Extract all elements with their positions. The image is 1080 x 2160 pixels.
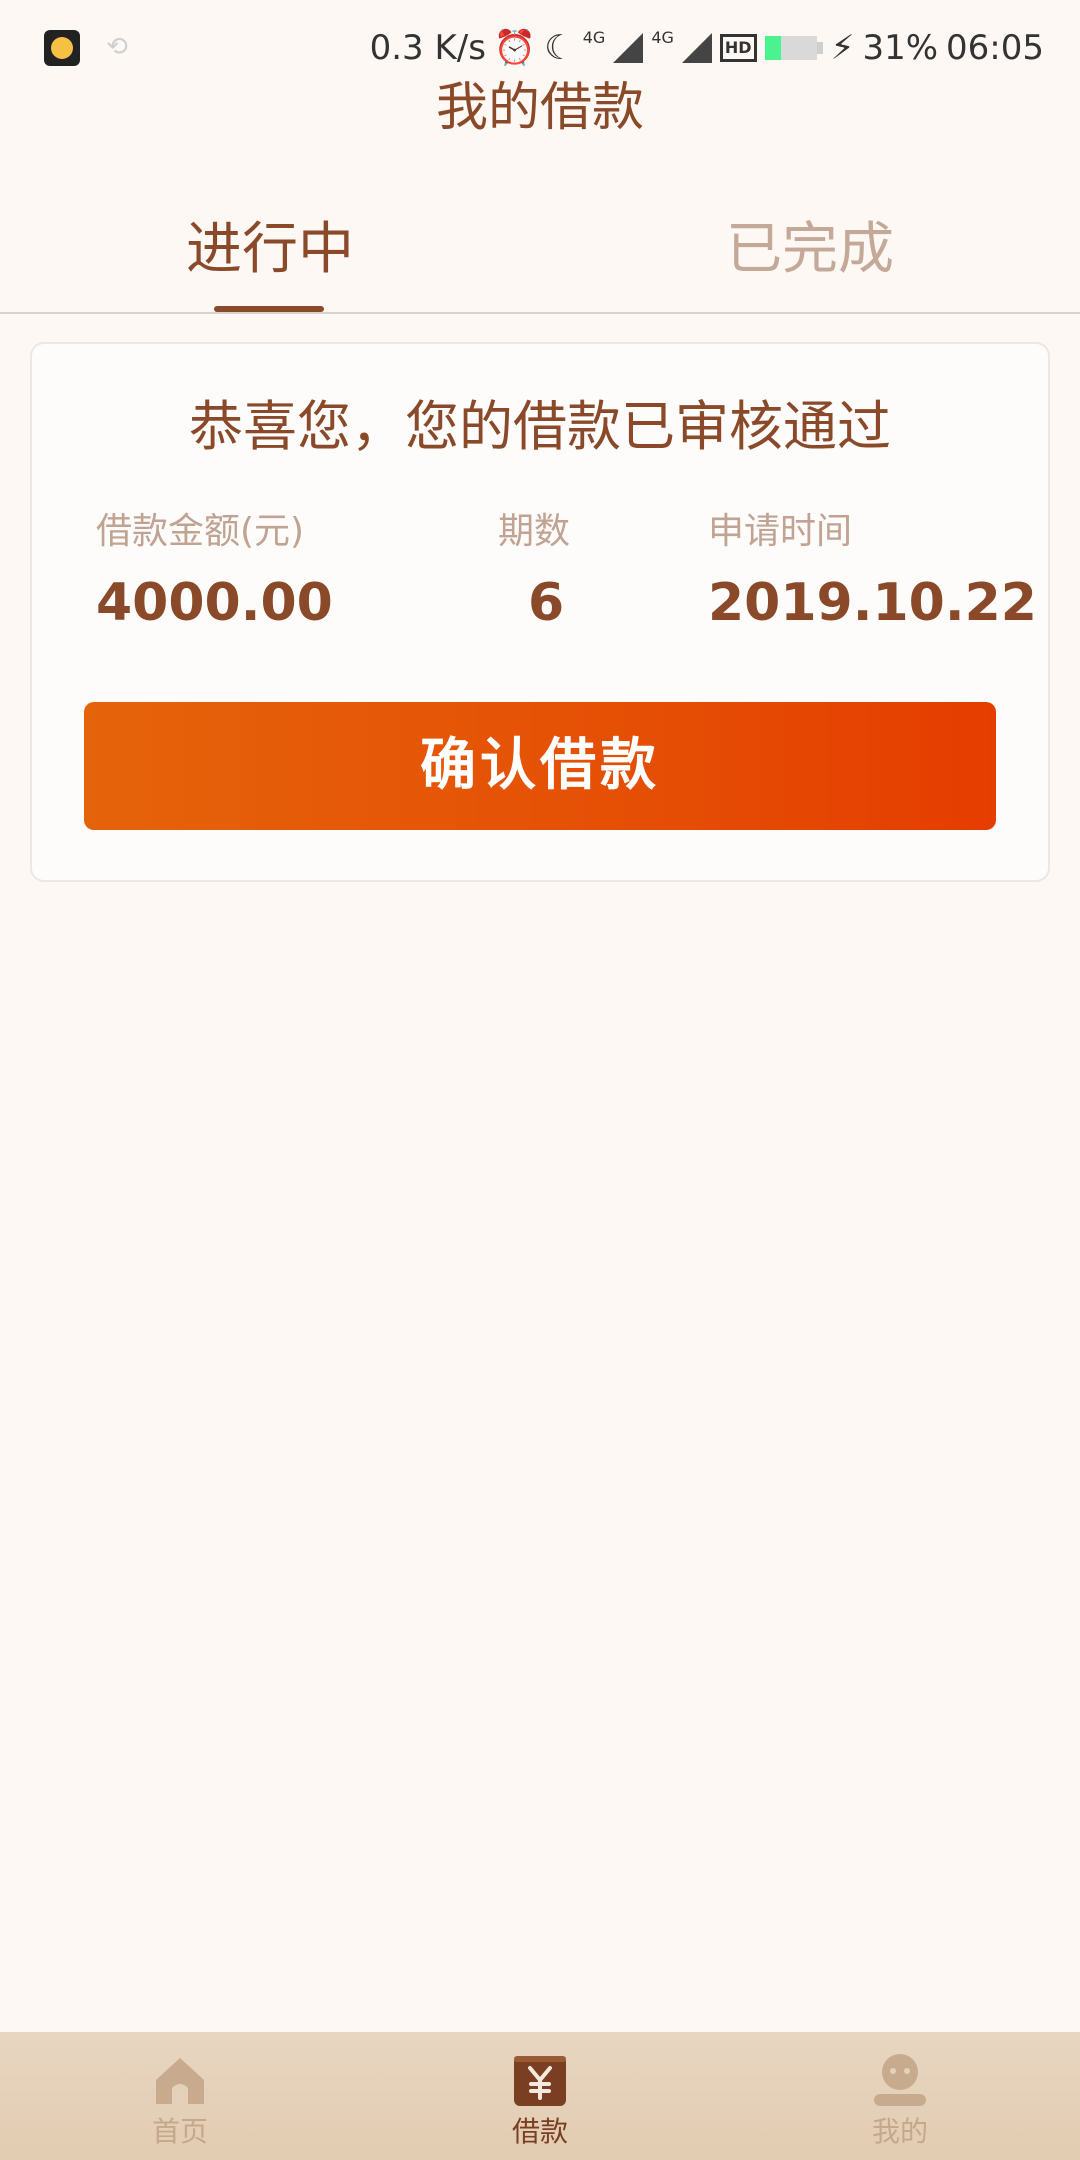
amount-value: 4000.00 (96, 573, 333, 633)
battery-icon (764, 36, 823, 60)
battery-percent: 31% (862, 28, 939, 68)
tab-bar: 进行中 已完成 (0, 200, 1080, 314)
signal-icon (613, 33, 644, 63)
signal-icon-2 (681, 33, 712, 63)
app-notification-icon (44, 30, 80, 66)
hd-voice-icon: HD (719, 34, 757, 62)
nav-label-home: 首页 (151, 2115, 208, 2148)
sync-icon: ⟲ (106, 32, 128, 62)
yuan-icon (514, 2056, 566, 2106)
tab-completed[interactable]: 已完成 (540, 200, 1080, 312)
user-icon (874, 2054, 926, 2106)
nav-label-loan: 借款 (511, 2115, 568, 2148)
nav-item-mine[interactable]: 我的 (720, 2032, 1080, 2160)
amount-label: 借款金额(元) (96, 511, 305, 552)
do-not-disturb-icon: ☾ (544, 28, 575, 68)
page-title: 我的借款 (435, 78, 644, 138)
tab-in-progress[interactable]: 进行中 (0, 200, 540, 312)
clock: 06:05 (946, 28, 1044, 68)
network-speed: 0.3 K/s (369, 28, 486, 68)
approval-message: 恭喜您，您的借款已审核通过 (189, 395, 891, 458)
term-value: 6 (528, 573, 565, 633)
home-icon (156, 2058, 204, 2104)
nav-item-loan[interactable]: 借款 (360, 2032, 720, 2160)
loan-card: 恭喜您，您的借款已审核通过 借款金额(元) 4000.00 期数 6 申请时间 … (30, 342, 1050, 882)
nav-item-home[interactable]: 首页 (0, 2032, 360, 2160)
active-tab-indicator (214, 306, 324, 312)
confirm-loan-button[interactable]: 确认借款 (84, 702, 996, 830)
term-label: 期数 (498, 511, 571, 552)
alarm-icon: ⏰ (493, 28, 537, 68)
status-indicators: 0.3 K/s ⏰ ☾ 4G 4G HD ⚡ 31% 06:05 (370, 22, 1044, 74)
apply-date-label: 申请时间 (708, 511, 853, 552)
bottom-nav: 首页 借款 我的 (0, 2032, 1080, 2160)
charging-icon: ⚡ (830, 28, 855, 68)
network-type-label-2: 4G (651, 28, 674, 47)
nav-label-mine: 我的 (871, 2115, 928, 2148)
network-type-label: 4G (582, 28, 606, 47)
apply-date-value: 2019.10.22 (708, 573, 1037, 633)
